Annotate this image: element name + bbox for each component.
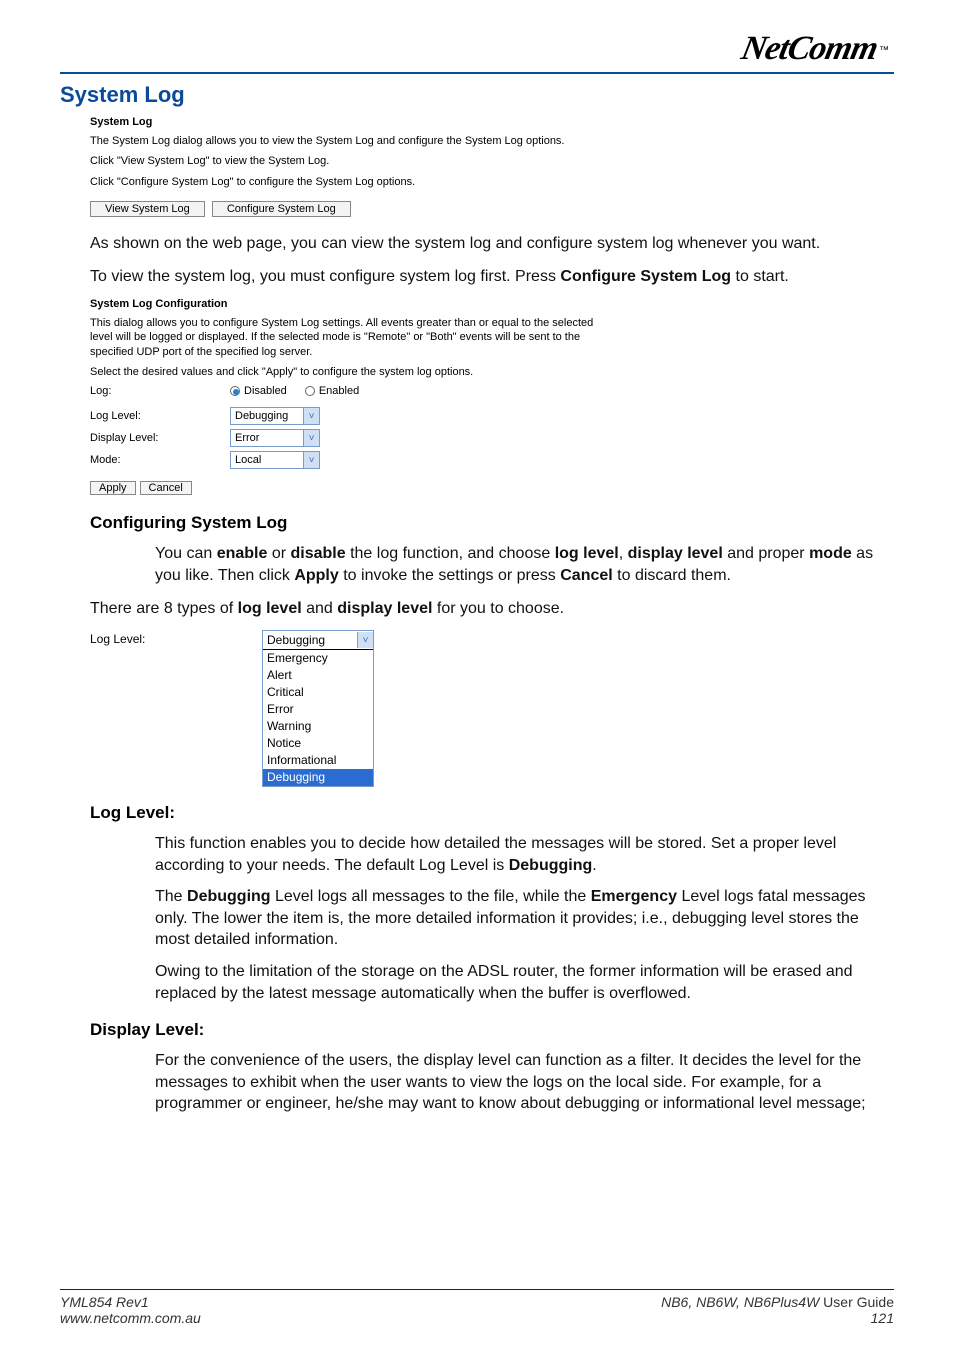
ll1c: . (592, 857, 596, 874)
mode-value: Local (235, 454, 261, 466)
ss2-title: System Log Configuration (90, 298, 894, 310)
loglevel-value: Debugging (235, 410, 288, 422)
view-system-log-button[interactable]: View System Log (90, 201, 205, 217)
footer-url: www.netcomm.com.au (60, 1310, 201, 1326)
ss1-p1: The System Log dialog allows you to view… (90, 134, 690, 148)
tm-mark: ™ (879, 45, 889, 56)
loglevel-opt-critical[interactable]: Critical (263, 684, 373, 701)
section-heading-system-log: System Log (60, 82, 894, 108)
cfg-paragraph: You can enable or disable the log functi… (155, 543, 894, 586)
mode-label: Mode: (90, 454, 230, 466)
ss1-p2: Click "View System Log" to view the Syst… (90, 154, 690, 168)
heading-configuring-system-log: Configuring System Log (90, 513, 894, 533)
body-paragraph-2: To view the system log, you must configu… (90, 266, 894, 288)
log-row: Log: Disabled Enabled (90, 385, 894, 397)
cfg-f: log level (555, 545, 619, 562)
loglevel-opt-alert[interactable]: Alert (263, 667, 373, 684)
footer-guide: User Guide (819, 1294, 894, 1310)
displevel-select[interactable]: Error ˅ (230, 429, 320, 447)
loglevel-opt-error[interactable]: Error (263, 701, 373, 718)
body2-b: Configure System Log (560, 268, 731, 285)
footer-rev: YML854 Rev1 (60, 1294, 201, 1310)
ll-p2: The Debugging Level logs all messages to… (155, 886, 894, 951)
heading-display-level: Display Level: (90, 1020, 894, 1040)
b3d: display level (337, 600, 432, 617)
ss1-p3: Click "Configure System Log" to configur… (90, 175, 690, 189)
ss2-p1: This dialog allows you to configure Syst… (90, 316, 610, 359)
log-enabled-radio[interactable] (305, 386, 315, 396)
screenshot-system-log: System Log The System Log dialog allows … (90, 116, 894, 219)
dl-p1: For the convenience of the users, the di… (155, 1050, 894, 1115)
body-paragraph-3: There are 8 types of log level and displ… (90, 598, 894, 620)
footer-page: 121 (661, 1310, 894, 1326)
displevel-label: Display Level: (90, 432, 230, 444)
configure-system-log-button[interactable]: Configure System Log (212, 201, 351, 217)
cfg-i: and proper (723, 545, 809, 562)
header-rule (60, 72, 894, 74)
loglevel-dropdown-selected: Debugging (267, 633, 325, 647)
screenshot-system-log-config: System Log Configuration This dialog all… (90, 298, 894, 497)
b3c: and (302, 600, 338, 617)
cfg-n: Cancel (560, 567, 612, 584)
cfg-g: , (619, 545, 628, 562)
page-footer: YML854 Rev1 www.netcomm.com.au NB6, NB6W… (60, 1289, 894, 1326)
mode-select[interactable]: Local ˅ (230, 451, 320, 469)
displevel-value: Error (235, 432, 259, 444)
log-disabled-radio[interactable] (230, 386, 240, 396)
loglevel-opt-emergency[interactable]: Emergency (263, 650, 373, 667)
cfg-j: mode (809, 545, 852, 562)
loglevel-opt-informational[interactable]: Informational (263, 752, 373, 769)
loglevel-dropdown-figure: Log Level: Debugging ˅ Emergency Alert C… (90, 630, 894, 787)
loglevel-opt-debugging[interactable]: Debugging (263, 769, 373, 786)
chevron-down-icon: ˅ (303, 430, 319, 446)
cfg-a: You can (155, 545, 217, 562)
mode-row: Mode: Local ˅ (90, 451, 894, 469)
log-label: Log: (90, 385, 230, 397)
chevron-down-icon: ˅ (303, 408, 319, 424)
b3b: log level (238, 600, 302, 617)
ll-p1: This function enables you to decide how … (155, 833, 894, 876)
footer-models: NB6, NB6W, NB6Plus4W (661, 1294, 819, 1310)
heading-log-level: Log Level: (90, 803, 894, 823)
chevron-down-icon: ˅ (357, 632, 373, 648)
loglevel-opt-warning[interactable]: Warning (263, 718, 373, 735)
body-paragraph-1: As shown on the web page, you can view t… (90, 233, 894, 255)
cfg-m: to invoke the settings or press (339, 567, 560, 584)
log-disabled-label: Disabled (244, 385, 287, 397)
loglevel-row: Log Level: Debugging ˅ (90, 407, 894, 425)
body2-a: To view the system log, you must configu… (90, 268, 560, 285)
ll1a: This function enables you to decide how … (155, 835, 836, 874)
body2-c: to start. (731, 268, 789, 285)
apply-button[interactable]: Apply (90, 481, 136, 495)
cfg-o: to discard them. (613, 567, 731, 584)
loglevel-dropdown-label: Log Level: (90, 630, 262, 787)
ss2-p2: Select the desired values and click "App… (90, 365, 610, 379)
loglevel-label: Log Level: (90, 410, 230, 422)
cfg-d: disable (291, 545, 346, 562)
brand-logo: NetComm™ (60, 20, 894, 68)
b3e: for you to choose. (432, 600, 564, 617)
log-enabled-label: Enabled (319, 385, 359, 397)
loglevel-select[interactable]: Debugging ˅ (230, 407, 320, 425)
loglevel-dropdown-list: Emergency Alert Critical Error Warning N… (263, 649, 373, 786)
displevel-row: Display Level: Error ˅ (90, 429, 894, 447)
chevron-down-icon: ˅ (303, 452, 319, 468)
ss1-title: System Log (90, 116, 894, 128)
ll2d: Emergency (591, 888, 677, 905)
cfg-b: enable (217, 545, 268, 562)
cancel-button[interactable]: Cancel (140, 481, 192, 495)
b3a: There are 8 types of (90, 600, 238, 617)
cfg-e: the log function, and choose (346, 545, 555, 562)
ll2c: Level logs all messages to the file, whi… (271, 888, 591, 905)
loglevel-dropdown-open[interactable]: Debugging ˅ Emergency Alert Critical Err… (262, 630, 374, 787)
cfg-h: display level (628, 545, 723, 562)
ll1b: Debugging (509, 857, 593, 874)
cfg-c: or (267, 545, 290, 562)
ll2a: The (155, 888, 187, 905)
ll-p3: Owing to the limitation of the storage o… (155, 961, 894, 1004)
loglevel-opt-notice[interactable]: Notice (263, 735, 373, 752)
cfg-l: Apply (294, 567, 338, 584)
logo-text: NetComm (738, 30, 881, 68)
ll2b: Debugging (187, 888, 271, 905)
